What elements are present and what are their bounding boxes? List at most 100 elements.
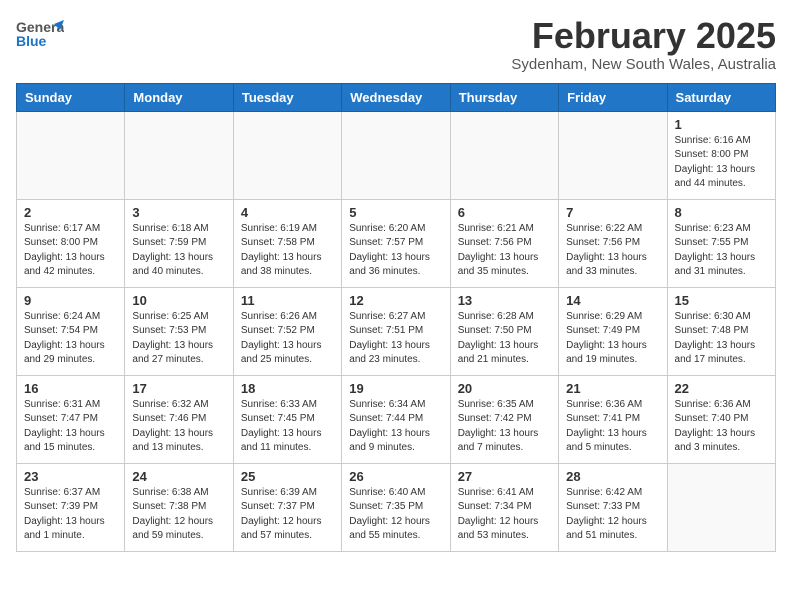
calendar-day-cell: 27 Sunrise: 6:41 AM Sunset: 7:34 PM Dayli… <box>450 463 558 551</box>
calendar-day-cell: 5 Sunrise: 6:20 AM Sunset: 7:57 PM Daylig… <box>342 199 450 287</box>
calendar-day-cell: 15 Sunrise: 6:30 AM Sunset: 7:48 PM Dayli… <box>667 287 775 375</box>
calendar-day-cell: 10 Sunrise: 6:25 AM Sunset: 7:53 PM Dayli… <box>125 287 233 375</box>
day-info: Sunrise: 6:29 AM Sunset: 7:49 PM Dayligh… <box>566 310 659 368</box>
calendar-day-cell: 25 Sunrise: 6:39 AM Sunset: 7:37 PM Dayli… <box>233 463 341 551</box>
calendar-week-row: 1Sunrise: 6:16 AM Sunset: 8:00 PM Daylig… <box>17 111 776 199</box>
day-number: 16 <box>24 381 117 396</box>
calendar-day-cell: 23 Sunrise: 6:37 AM Sunset: 7:39 PM Dayli… <box>17 463 125 551</box>
day-number: 26 <box>349 469 442 484</box>
day-info: Sunrise: 6:37 AM Sunset: 7:39 PM Dayligh… <box>24 486 117 544</box>
calendar-day-cell: 14Sunrise: 6:29 AM Sunset: 7:49 PM Dayli… <box>559 287 667 375</box>
calendar-day-cell <box>233 111 341 199</box>
day-number: 28 <box>566 469 659 484</box>
calendar-day-cell: 12 Sunrise: 6:27 AM Sunset: 7:51 PM Dayli… <box>342 287 450 375</box>
calendar-day-cell: 28 Sunrise: 6:42 AM Sunset: 7:33 PM Dayli… <box>559 463 667 551</box>
day-info: Sunrise: 6:20 AM Sunset: 7:57 PM Dayligh… <box>349 222 442 280</box>
calendar-day-cell: 1Sunrise: 6:16 AM Sunset: 8:00 PM Daylig… <box>667 111 775 199</box>
weekday-header-wednesday: Wednesday <box>342 83 450 111</box>
weekday-header-saturday: Saturday <box>667 83 775 111</box>
day-info: Sunrise: 6:35 AM Sunset: 7:42 PM Dayligh… <box>458 398 551 456</box>
svg-text:Blue: Blue <box>16 33 47 49</box>
day-number: 8 <box>675 205 768 220</box>
day-number: 5 <box>349 205 442 220</box>
day-info: Sunrise: 6:23 AM Sunset: 7:55 PM Dayligh… <box>675 222 768 280</box>
day-number: 2 <box>24 205 117 220</box>
weekday-header-monday: Monday <box>125 83 233 111</box>
calendar-week-row: 2 Sunrise: 6:17 AM Sunset: 8:00 PM Daylig… <box>17 199 776 287</box>
day-number: 22 <box>675 381 768 396</box>
day-number: 17 <box>132 381 225 396</box>
calendar-day-cell: 8 Sunrise: 6:23 AM Sunset: 7:55 PM Daylig… <box>667 199 775 287</box>
calendar-day-cell: 2 Sunrise: 6:17 AM Sunset: 8:00 PM Daylig… <box>17 199 125 287</box>
calendar-day-cell: 16 Sunrise: 6:31 AM Sunset: 7:47 PM Dayli… <box>17 375 125 463</box>
day-info: Sunrise: 6:33 AM Sunset: 7:45 PM Dayligh… <box>241 398 334 456</box>
weekday-header-friday: Friday <box>559 83 667 111</box>
day-info: Sunrise: 6:31 AM Sunset: 7:47 PM Dayligh… <box>24 398 117 456</box>
calendar-day-cell <box>125 111 233 199</box>
day-info: Sunrise: 6:36 AM Sunset: 7:41 PM Dayligh… <box>566 398 659 456</box>
day-number: 4 <box>241 205 334 220</box>
calendar-title: February 2025 <box>511 16 776 56</box>
day-number: 10 <box>132 293 225 308</box>
day-number: 9 <box>24 293 117 308</box>
calendar-day-cell <box>559 111 667 199</box>
weekday-header-sunday: Sunday <box>17 83 125 111</box>
day-info: Sunrise: 6:17 AM Sunset: 8:00 PM Dayligh… <box>24 222 117 280</box>
day-number: 21 <box>566 381 659 396</box>
calendar-week-row: 16 Sunrise: 6:31 AM Sunset: 7:47 PM Dayli… <box>17 375 776 463</box>
day-info: Sunrise: 6:16 AM Sunset: 8:00 PM Dayligh… <box>675 134 768 192</box>
calendar-week-row: 23 Sunrise: 6:37 AM Sunset: 7:39 PM Dayli… <box>17 463 776 551</box>
calendar-day-cell: 13Sunrise: 6:28 AM Sunset: 7:50 PM Dayli… <box>450 287 558 375</box>
calendar-subtitle: Sydenham, New South Wales, Australia <box>511 56 776 73</box>
calendar-day-cell: 26 Sunrise: 6:40 AM Sunset: 7:35 PM Dayli… <box>342 463 450 551</box>
day-info: Sunrise: 6:36 AM Sunset: 7:40 PM Dayligh… <box>675 398 768 456</box>
day-number: 25 <box>241 469 334 484</box>
calendar-day-cell <box>17 111 125 199</box>
day-number: 12 <box>349 293 442 308</box>
calendar-day-cell: 7 Sunrise: 6:22 AM Sunset: 7:56 PM Daylig… <box>559 199 667 287</box>
calendar-day-cell: 9 Sunrise: 6:24 AM Sunset: 7:54 PM Daylig… <box>17 287 125 375</box>
day-info: Sunrise: 6:38 AM Sunset: 7:38 PM Dayligh… <box>132 486 225 544</box>
day-number: 15 <box>675 293 768 308</box>
calendar-day-cell: 18 Sunrise: 6:33 AM Sunset: 7:45 PM Dayli… <box>233 375 341 463</box>
day-info: Sunrise: 6:30 AM Sunset: 7:48 PM Dayligh… <box>675 310 768 368</box>
day-info: Sunrise: 6:42 AM Sunset: 7:33 PM Dayligh… <box>566 486 659 544</box>
calendar-day-cell: 4 Sunrise: 6:19 AM Sunset: 7:58 PM Daylig… <box>233 199 341 287</box>
day-info: Sunrise: 6:18 AM Sunset: 7:59 PM Dayligh… <box>132 222 225 280</box>
day-number: 11 <box>241 293 334 308</box>
day-info: Sunrise: 6:32 AM Sunset: 7:46 PM Dayligh… <box>132 398 225 456</box>
day-info: Sunrise: 6:25 AM Sunset: 7:53 PM Dayligh… <box>132 310 225 368</box>
weekday-header-row: SundayMondayTuesdayWednesdayThursdayFrid… <box>17 83 776 111</box>
day-info: Sunrise: 6:26 AM Sunset: 7:52 PM Dayligh… <box>241 310 334 368</box>
day-info: Sunrise: 6:19 AM Sunset: 7:58 PM Dayligh… <box>241 222 334 280</box>
calendar-day-cell: 21 Sunrise: 6:36 AM Sunset: 7:41 PM Dayli… <box>559 375 667 463</box>
day-number: 13 <box>458 293 551 308</box>
day-number: 23 <box>24 469 117 484</box>
title-block: February 2025 Sydenham, New South Wales,… <box>511 16 776 73</box>
weekday-header-tuesday: Tuesday <box>233 83 341 111</box>
calendar-day-cell: 6 Sunrise: 6:21 AM Sunset: 7:56 PM Daylig… <box>450 199 558 287</box>
day-info: Sunrise: 6:21 AM Sunset: 7:56 PM Dayligh… <box>458 222 551 280</box>
calendar-day-cell: 19Sunrise: 6:34 AM Sunset: 7:44 PM Dayli… <box>342 375 450 463</box>
day-number: 3 <box>132 205 225 220</box>
calendar-day-cell: 3 Sunrise: 6:18 AM Sunset: 7:59 PM Daylig… <box>125 199 233 287</box>
calendar-day-cell <box>342 111 450 199</box>
logo: General Blue <box>16 16 64 52</box>
day-info: Sunrise: 6:27 AM Sunset: 7:51 PM Dayligh… <box>349 310 442 368</box>
page-header: General Blue February 2025 Sydenham, New… <box>16 16 776 73</box>
day-number: 6 <box>458 205 551 220</box>
day-number: 27 <box>458 469 551 484</box>
day-number: 7 <box>566 205 659 220</box>
day-number: 18 <box>241 381 334 396</box>
day-number: 19 <box>349 381 442 396</box>
day-info: Sunrise: 6:41 AM Sunset: 7:34 PM Dayligh… <box>458 486 551 544</box>
calendar-day-cell: 11 Sunrise: 6:26 AM Sunset: 7:52 PM Dayli… <box>233 287 341 375</box>
day-info: Sunrise: 6:40 AM Sunset: 7:35 PM Dayligh… <box>349 486 442 544</box>
calendar-week-row: 9 Sunrise: 6:24 AM Sunset: 7:54 PM Daylig… <box>17 287 776 375</box>
calendar-day-cell <box>450 111 558 199</box>
day-info: Sunrise: 6:24 AM Sunset: 7:54 PM Dayligh… <box>24 310 117 368</box>
day-info: Sunrise: 6:22 AM Sunset: 7:56 PM Dayligh… <box>566 222 659 280</box>
calendar-day-cell: 17 Sunrise: 6:32 AM Sunset: 7:46 PM Dayli… <box>125 375 233 463</box>
day-info: Sunrise: 6:39 AM Sunset: 7:37 PM Dayligh… <box>241 486 334 544</box>
calendar-day-cell: 20Sunrise: 6:35 AM Sunset: 7:42 PM Dayli… <box>450 375 558 463</box>
